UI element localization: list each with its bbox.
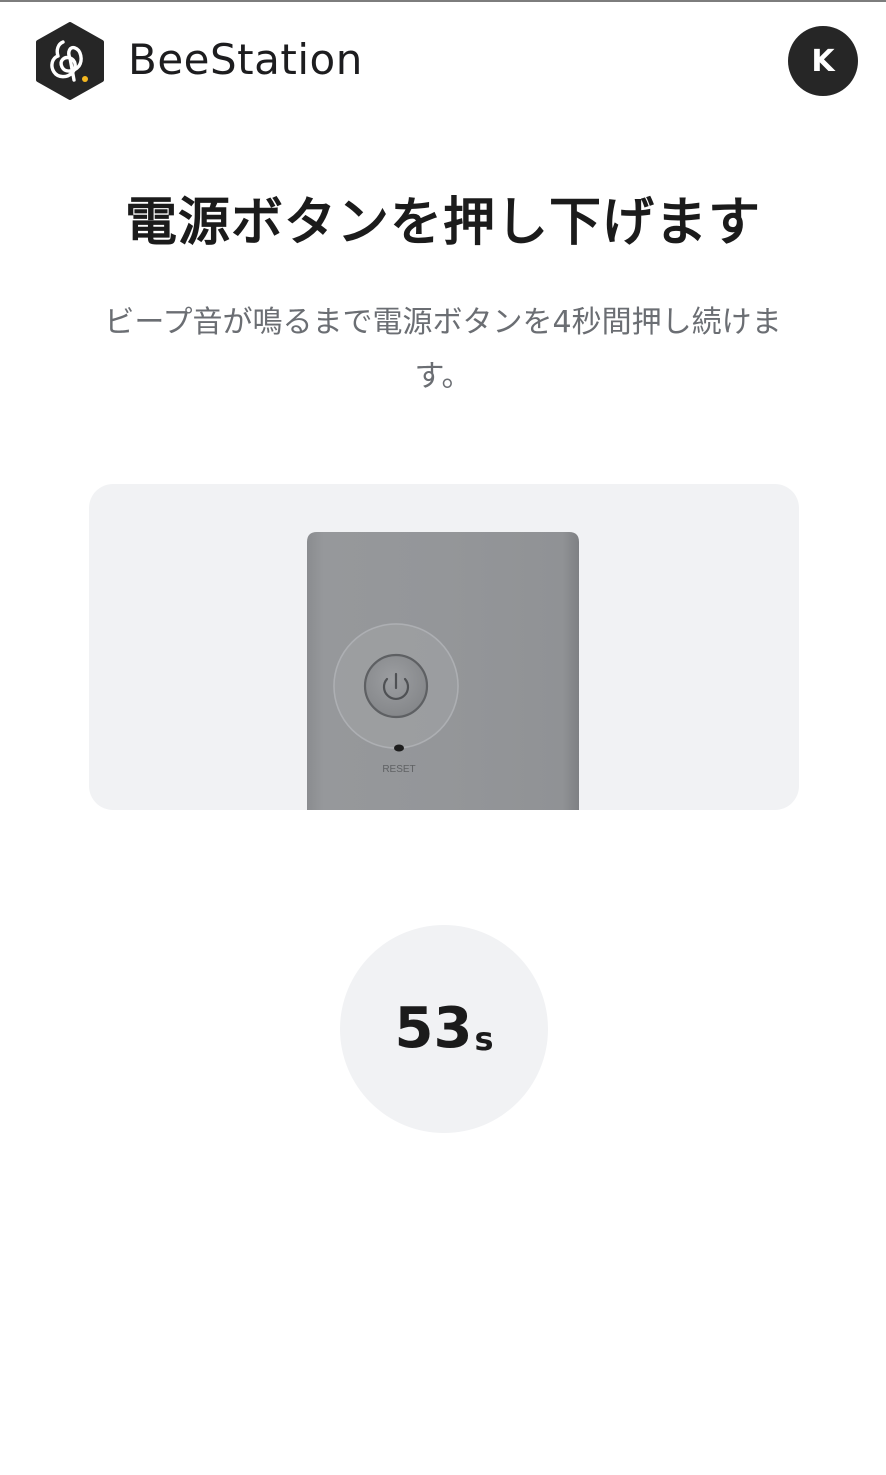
instruction-text: ビープ音が鳴るまで電源ボタンを4秒間押し続けます。 [104,305,782,394]
reset-label: RESET [382,764,415,775]
device-illustration: RESET [307,532,579,810]
page-title: 電源ボタンを押し下げます [124,193,761,253]
device-illustration-card: RESET [89,484,799,810]
countdown-timer: 53 s [340,925,548,1133]
setup-page: BeeStation K 電源ボタンを押し下げます ビープ音が鳴るまで電源ボタン… [0,0,886,1475]
timer-value: 53 [394,996,473,1061]
app-title: BeeStation [128,35,363,84]
power-icon [363,653,429,719]
user-avatar-button[interactable]: K [788,26,858,96]
reset-hole [394,744,404,752]
app-header: BeeStation K [0,0,886,120]
timer-unit: s [474,1020,494,1058]
beestation-logo-icon [36,22,104,100]
